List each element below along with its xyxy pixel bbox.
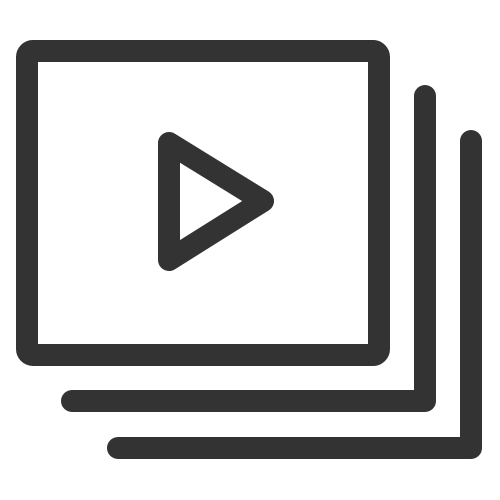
front-video-frame xyxy=(16,40,390,366)
play-triangle-icon xyxy=(158,132,274,271)
video-playlist-icon xyxy=(16,40,482,459)
icon-canvas xyxy=(0,0,500,500)
